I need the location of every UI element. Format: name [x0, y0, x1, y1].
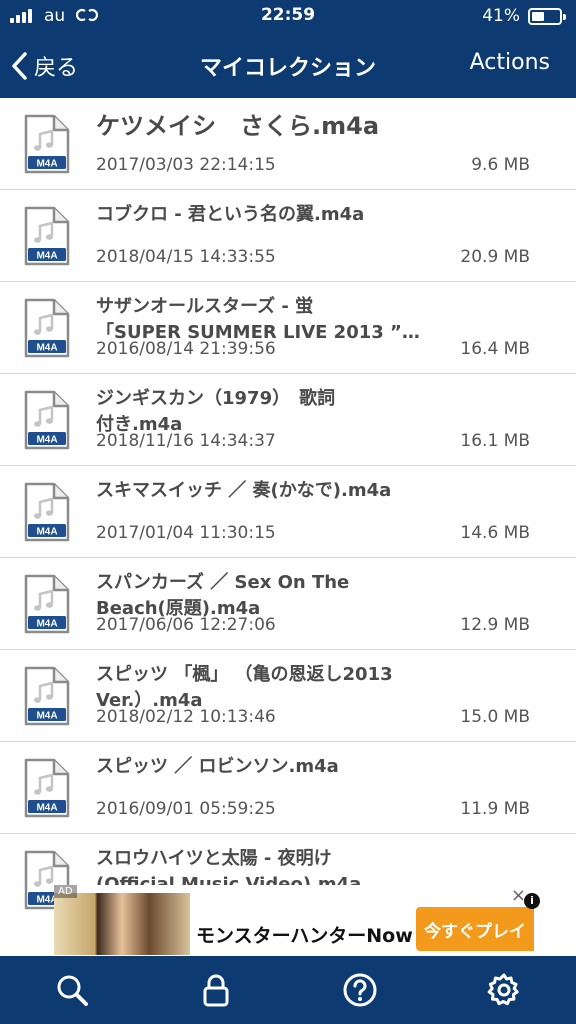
- file-row[interactable]: M4A スピッツ 「楓」 （亀の恩返し2013 Ver.）.m4a 2018/02/…: [0, 650, 576, 742]
- ad-banner[interactable]: AD モンスターハンターNow 今すぐプレイ × i: [54, 885, 540, 955]
- file-size: 16.4 MB: [460, 339, 530, 359]
- file-badge: M4A: [36, 803, 57, 814]
- file-row[interactable]: M4A スパンカーズ ／ Sex On The Beach(原題).m4a 2017…: [0, 558, 576, 650]
- file-date: 2017/03/03 22:14:15: [96, 155, 276, 175]
- ad-cta-button[interactable]: 今すぐプレイ: [416, 907, 534, 951]
- file-badge: M4A: [36, 711, 57, 722]
- m4a-file-icon: M4A: [24, 206, 70, 266]
- file-name: スピッツ ／ ロビンソン.m4a: [96, 756, 339, 777]
- actions-button[interactable]: Actions: [470, 50, 550, 75]
- file-date: 2016/09/01 05:59:25: [96, 799, 276, 819]
- m4a-file-icon: M4A: [24, 114, 70, 174]
- tab-help[interactable]: [330, 960, 390, 1020]
- file-badge: M4A: [36, 251, 57, 262]
- file-row[interactable]: M4A コブクロ - 君という名の翼.m4a 2018/04/15 14:33:55…: [0, 190, 576, 282]
- ad-tag: AD: [54, 885, 77, 898]
- ad-text: モンスターハンターNow: [196, 925, 413, 947]
- file-name: コブクロ - 君という名の翼.m4a: [96, 204, 365, 225]
- tab-bar: [0, 956, 576, 1024]
- file-date: 2018/02/12 10:13:46: [96, 707, 276, 727]
- battery-percent: 41%: [482, 6, 520, 26]
- navigation-bar: 戻る マイコレクション Actions: [0, 34, 576, 98]
- tab-settings[interactable]: [474, 960, 534, 1020]
- file-size: 12.9 MB: [460, 615, 530, 635]
- m4a-file-icon: M4A: [24, 390, 70, 450]
- file-date: 2016/08/14 21:39:56: [96, 339, 276, 359]
- file-badge: M4A: [36, 343, 57, 354]
- file-row[interactable]: M4A サザンオールスターズ - 蛍 「SUPER SUMMER LIVE 201…: [0, 282, 576, 374]
- m4a-file-icon: M4A: [24, 574, 70, 634]
- file-size: 11.9 MB: [460, 799, 530, 819]
- gear-icon: [487, 973, 519, 1006]
- m4a-file-icon: M4A: [24, 758, 70, 818]
- battery-icon: [528, 8, 566, 25]
- file-size: 20.9 MB: [460, 247, 530, 267]
- file-size: 9.6 MB: [471, 155, 530, 175]
- file-size: 15.0 MB: [460, 707, 530, 727]
- lock-icon: [203, 974, 229, 1007]
- help-icon: [343, 973, 377, 1007]
- file-name: ケツメイシ さくら.m4a: [96, 112, 380, 140]
- file-badge: M4A: [36, 159, 57, 170]
- file-size: 14.6 MB: [460, 523, 530, 543]
- file-date: 2017/06/06 12:27:06: [96, 615, 276, 635]
- file-size: 16.1 MB: [460, 431, 530, 451]
- file-badge: M4A: [36, 619, 57, 630]
- file-name: スキマスイッチ ／ 奏(かなで).m4a: [96, 480, 392, 501]
- file-row[interactable]: M4A ジンギスカン（1979） 歌詞 付き.m4a 2018/11/16 14:3…: [0, 374, 576, 466]
- file-list: M4A ケツメイシ さくら.m4a 2017/03/03 22:14:15 9.6 M…: [0, 98, 576, 926]
- file-row[interactable]: M4A ケツメイシ さくら.m4a 2017/03/03 22:14:15 9.6 M…: [0, 98, 576, 190]
- tab-lock[interactable]: [186, 960, 246, 1020]
- file-badge: M4A: [36, 527, 57, 538]
- file-row[interactable]: M4A スピッツ ／ ロビンソン.m4a 2016/09/01 05:59:25 11…: [0, 742, 576, 834]
- status-bar: au 22:59 41%: [0, 0, 576, 34]
- m4a-file-icon: M4A: [24, 666, 70, 726]
- file-date: 2017/01/04 11:30:15: [96, 523, 276, 543]
- file-date: 2018/11/16 14:34:37: [96, 431, 276, 451]
- file-date: 2018/04/15 14:33:55: [96, 247, 276, 267]
- tab-search[interactable]: [42, 960, 102, 1020]
- search-icon: [57, 975, 88, 1006]
- file-row[interactable]: M4A スキマスイッチ ／ 奏(かなで).m4a 2017/01/04 11:30:…: [0, 466, 576, 558]
- ad-info-icon[interactable]: i: [524, 893, 540, 909]
- m4a-file-icon: M4A: [24, 298, 70, 358]
- ad-image: [54, 893, 190, 955]
- file-badge: M4A: [36, 435, 57, 446]
- m4a-file-icon: M4A: [24, 482, 70, 542]
